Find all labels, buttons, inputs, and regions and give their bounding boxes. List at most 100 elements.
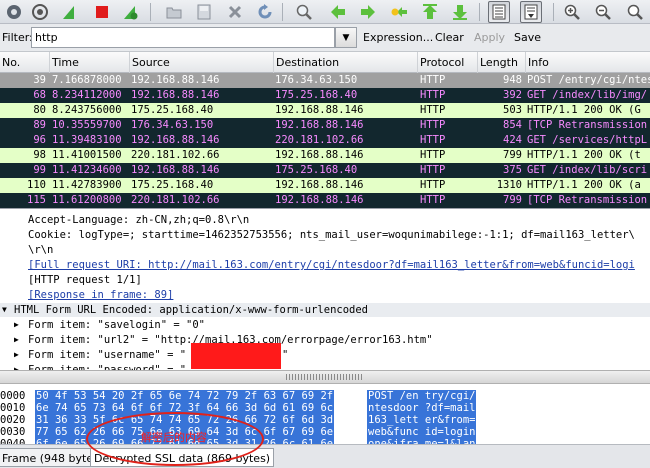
details-link[interactable]: [Response in frame: 89] [0, 288, 173, 302]
shark-fin-icon[interactable] [58, 1, 80, 23]
annotation-text: 解密后的内容 [141, 431, 207, 444]
packet-cell-info: [TCP Retransmission [527, 194, 648, 206]
stop-icon[interactable] [91, 1, 113, 23]
packet-cell-no: 39 [33, 74, 46, 86]
packet-row[interactable]: 89 10.35559700 176.34.63.150 192.168.88.146… [0, 118, 650, 133]
expanded-triangle-icon[interactable]: ▼ [2, 303, 7, 317]
expression-button[interactable]: Expression... [363, 31, 433, 44]
packet-cell-info: POST /entry/cgi/ntes [527, 74, 650, 86]
details-text: [Full request URI: http://mail.163.com/e… [28, 259, 635, 271]
clear-button[interactable]: Clear [435, 31, 464, 44]
packet-cell-src: 220.181.102.66 [131, 194, 220, 206]
hex-bytes[interactable]: 50 4f 53 54 20 2f 65 6e 74 72 79 2f 63 6… [35, 390, 335, 402]
back-icon[interactable] [327, 1, 349, 23]
packet-cell-src: 176.34.63.150 [131, 119, 214, 131]
packet-cell-src: 192.168.88.146 [131, 89, 220, 101]
collapsed-triangle-icon[interactable]: ▶ [14, 333, 19, 347]
packet-cell-time: 10.35559700 [52, 119, 122, 131]
save-icon[interactable] [193, 1, 215, 23]
packet-cell-no: 98 [33, 149, 46, 161]
forward-icon[interactable] [357, 1, 379, 23]
packet-row[interactable]: 68 8.234112000 192.168.88.146 175.25.168.40… [0, 88, 650, 103]
hex-offset: 0010 [0, 402, 26, 414]
details-text: Form item: "savelogin" = "0" [28, 319, 206, 331]
hex-offset: 0030 [0, 426, 26, 438]
column-header-info[interactable]: Info [526, 52, 650, 73]
main-toolbar [0, 0, 650, 24]
hex-ascii[interactable]: web&func id=login [367, 426, 477, 438]
packet-row[interactable]: 110 11.42783900 175.25.168.40 192.168.88.14… [0, 178, 650, 193]
packet-cell-info: GET /services/httpL [527, 134, 648, 146]
hex-bytes[interactable]: 31 36 33 5f 6c 65 74 74 65 72 26 66 72 6… [35, 414, 335, 426]
packet-cell-len: 1310 [496, 179, 522, 191]
open-icon[interactable] [163, 1, 185, 23]
packet-cell-no: 96 [33, 134, 46, 146]
packet-cell-src: 175.25.168.40 [131, 179, 214, 191]
packet-row[interactable]: 115 11.61200800 220.181.102.66 192.168.88.1… [0, 193, 650, 208]
column-header-protocol[interactable]: Protocol [418, 52, 478, 73]
packet-row[interactable]: 39 7.166878000 192.168.88.146 176.34.63.150… [0, 73, 650, 88]
collapsed-triangle-icon[interactable]: ▶ [14, 363, 19, 370]
column-header-no[interactable]: No. [0, 52, 50, 73]
packet-row[interactable]: 80 8.243756000 175.25.168.40 192.168.88.146… [0, 103, 650, 118]
packet-list-header: No. Time Source Destination Protocol Len… [0, 52, 650, 73]
details-line[interactable]: ▶ Form item: "password" = " [0, 363, 186, 370]
hex-ascii[interactable]: POST /en try/cgi/ [367, 390, 477, 402]
packet-cell-no: 68 [33, 89, 46, 101]
packet-cell-info: HTTP/1.1 200 OK (G [527, 104, 641, 116]
close-icon[interactable] [224, 1, 246, 23]
details-section-header[interactable]: ▼ HTML Form URL Encoded: application/x-ww… [0, 303, 650, 317]
filter-input[interactable] [31, 27, 335, 48]
go-to-icon[interactable] [388, 1, 410, 23]
details-line[interactable]: ▶ Form item: "savelogin" = "0" [0, 318, 205, 332]
packet-cell-time: 11.61200800 [52, 194, 122, 206]
packet-cell-no: 110 [27, 179, 46, 191]
details-text: HTML Form URL Encoded: application/x-www… [14, 304, 369, 316]
packet-cell-info: HTTP/1.1 200 OK (t [527, 149, 641, 161]
hex-ascii[interactable]: ntesdoor ?df=mail [367, 402, 477, 414]
apply-button[interactable]: Apply [474, 31, 505, 44]
hex-bytes[interactable]: 6e 74 65 73 64 6f 6f 72 3f 64 66 3d 6d 6… [35, 402, 335, 414]
pane-splitter[interactable] [0, 370, 650, 384]
packet-cell-time: 11.39483100 [52, 134, 122, 146]
details-link[interactable]: [Full request URI: http://mail.163.com/e… [0, 258, 635, 272]
packet-cell-len: 948 [503, 74, 522, 86]
zoom-in-icon[interactable] [561, 1, 583, 23]
packet-row[interactable]: 99 11.41234600 192.168.88.146 175.25.168.40… [0, 163, 650, 178]
packet-cell-dst: 220.181.102.66 [275, 134, 364, 146]
capture-options-icon[interactable] [29, 1, 51, 23]
details-text: [HTTP request 1/1] [28, 274, 142, 286]
zoom-out-icon[interactable] [592, 1, 614, 23]
hex-offset: 0000 [0, 390, 26, 402]
splitter-grip[interactable] [286, 374, 364, 380]
stop-capture-icon[interactable] [3, 1, 25, 23]
packet-cell-time: 7.166878000 [52, 74, 122, 86]
red-reload-icon[interactable] [119, 1, 141, 23]
find-icon[interactable] [293, 1, 315, 23]
autoscroll-icon[interactable] [520, 1, 542, 23]
column-header-source[interactable]: Source [130, 52, 274, 73]
details-text: Accept-Language: zh-CN,zh;q=0.8\r\n [28, 214, 250, 226]
reload-icon[interactable] [254, 1, 276, 23]
packet-row[interactable]: 96 11.39483100 192.168.88.146 220.181.102.6… [0, 133, 650, 148]
packet-row[interactable]: 98 11.41001500 220.181.102.66 192.168.88.14… [0, 148, 650, 163]
save-filter-button[interactable]: Save [514, 31, 541, 44]
column-header-length[interactable]: Length [478, 52, 526, 73]
collapsed-triangle-icon[interactable]: ▶ [14, 348, 19, 362]
column-header-time[interactable]: Time [50, 52, 130, 73]
packet-cell-time: 8.243756000 [52, 104, 122, 116]
collapsed-triangle-icon[interactable]: ▶ [14, 318, 19, 332]
first-icon[interactable] [419, 1, 441, 23]
zoom-reset-icon[interactable] [624, 1, 646, 23]
column-header-destination[interactable]: Destination [274, 52, 418, 73]
packet-cell-no: 89 [33, 119, 46, 131]
details-line: Accept-Language: zh-CN,zh;q=0.8\r\n [0, 213, 249, 227]
colorize-icon[interactable] [488, 1, 510, 23]
hex-ascii[interactable]: 163_lett er&from= [367, 414, 477, 426]
last-icon[interactable] [449, 1, 471, 23]
tab-decrypted-ssl[interactable]: Decrypted SSL data (869 bytes) [90, 448, 275, 467]
packet-cell-len: 392 [503, 89, 522, 101]
packet-bytes-pane: 0000 50 4f 53 54 20 2f 65 6e 74 72 79 2f … [0, 384, 650, 444]
packet-details-pane: Accept-Language: zh-CN,zh;q=0.8\r\n Cooki… [0, 208, 650, 370]
filter-dropdown-button[interactable]: ▼ [335, 27, 357, 48]
